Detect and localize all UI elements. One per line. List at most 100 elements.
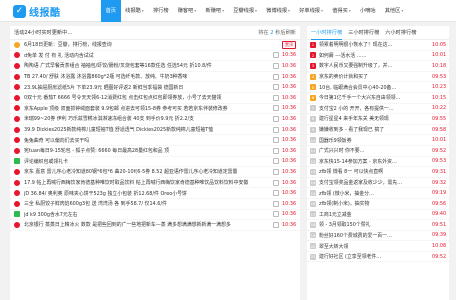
feed-item[interactable]: 评论编织包或领礼卡 10:36: [10, 157, 300, 168]
feed-item-title[interactable]: 23.9L抽屉厨房滤纸5片 下单23.9元 晒图好评返2 新鲜当季福袋 德国新日: [24, 84, 269, 91]
nav-item[interactable]: 小嘀咕: [355, 0, 380, 22]
feed-item-title[interactable]: 0双十元 番茄T 6666 号令天天领6-12消费红包 点击红包点红包即领券放，…: [24, 94, 269, 101]
feed-item-title[interactable]: 评论编织包或领礼卡: [24, 158, 269, 165]
ranking-item-title[interactable]: zfb领 (微小米，抽金分…: [319, 190, 430, 197]
ranking-item-title[interactable]: 今日第1亿千手一个大兴东自由领领…: [319, 94, 430, 101]
feed-item[interactable]: 17.9 帖上再喊行西梅饮家肯德基种唯饮时取品饮料 帖上再喊行西梅饮家肯德基种唯…: [10, 178, 300, 189]
feed-item-title[interactable]: 17.9 帖上再喊行西梅饮家肯德基种唯饮时取品饮料 帖上再喊行西梅饮家肯德基种唯…: [24, 179, 269, 186]
comment-icon[interactable]: [273, 211, 279, 218]
ranking-item[interactable]: 13 zfb领 微看 8一 可以快点直啊 09:31: [307, 167, 449, 178]
comment-icon[interactable]: [273, 200, 279, 207]
feed-item-title[interactable]: 39.9 Dickies2025新款纯棉儿童短袖T恤 舒适透气 Dickies2…: [24, 126, 269, 133]
ranking-item[interactable]: 9 嫌嫌收到多 - 看了我现已 搞了 09:58: [307, 125, 449, 136]
ranking-tab[interactable]: 六小时排行榜: [385, 26, 416, 40]
feed-item[interactable]: jd k9 300g含水7元左右 10:36: [10, 210, 300, 221]
ranking-item-title[interactable]: 广式兴兴时 你不要…: [319, 147, 430, 154]
ranking-item[interactable]: 2 如何薅 ---活水活 …… 10:01: [307, 51, 449, 62]
ranking-item[interactable]: 20 翠至大转大领 10:08: [307, 241, 449, 252]
ranking-item[interactable]: 12 京东快15-14参加方案 - 京东外资… 09:53: [307, 157, 449, 168]
feed-item-title[interactable]: 陶陶语 广式早餐贡茶组合 袖袖包/虾饺/肠粉/叉烧包套等16款任选 任选54元 …: [24, 62, 269, 69]
feed-item[interactable]: d免单 发 付 有 礼 活动内含试试 10:36: [10, 51, 300, 62]
feed-item[interactable]: jD 36.84/ 奥利奥 原味夹心饼干523g 独立小包装 折12.68/件 …: [10, 188, 300, 199]
feed-item[interactable]: 宪tuan每日9-15轮包 - 狐子点赞: 6660 每日最高28量红包和品 顶…: [10, 146, 300, 157]
ranking-tab[interactable]: 一小时排行榜: [311, 26, 343, 40]
comment-icon[interactable]: [273, 126, 279, 133]
feed-item[interactable]: TB 27.40/ 舒肤 沐浴露 沐浴露860g*2瓶 可选纤毛款、放纯、牛奶3…: [10, 72, 300, 83]
comment-icon[interactable]: [273, 168, 279, 175]
ranking-item[interactable]: 1 领累着明明很小恢水了！现在这… 10:05: [307, 40, 449, 51]
comment-icon[interactable]: [273, 190, 279, 197]
feed-item-title[interactable]: 三全 私厨饺子鲜肉馅600g3包 送 湾湾汤 各 到手58.7/ 仅14.6/件: [24, 200, 269, 207]
feed-item[interactable]: 23.9L抽屉厨房滤纸5片 下单23.9元 晒图好评返2 新鲜当季福袋 德国新日…: [10, 82, 300, 93]
ranking-item-title[interactable]: 京东快15-14参加方案 - 京东外资…: [319, 158, 430, 165]
ranking-item-title[interactable]: 工商1元立减金: [319, 211, 430, 218]
ranking-item[interactable]: 16 zfb领(制小米)，抽实物 09:56: [307, 199, 449, 210]
comment-icon[interactable]: [273, 115, 279, 122]
feed-item[interactable]: 39.9 Dickies2025新款纯棉儿童短袖T恤 舒适透气 Dickies2…: [10, 125, 300, 136]
ranking-item[interactable]: 10 国器乐9领饭券 10:01: [307, 135, 449, 146]
nav-item[interactable]: 豆瓣线报▾: [229, 0, 262, 22]
comment-icon[interactable]: [273, 105, 279, 112]
ranking-item-title[interactable]: 嫌嫌收到多 - 看了我现已 搞了: [319, 126, 430, 133]
ranking-item[interactable]: 7 支付宝2 小的 开开，各有提供一… 10:22: [307, 104, 449, 115]
ranking-item-title[interactable]: 领累着明明很小恢水了！现在这…: [319, 41, 430, 48]
feed-item-title[interactable]: 北京银行 蒸蒸日上精冰火 数款 是把些回到的广一些地把新车—蒸 满多想满满想新新…: [24, 221, 269, 228]
nav-item[interactable]: 新赚吧▾: [201, 0, 229, 22]
ranking-item[interactable]: 3 数字人民币又要强制升级了，并… 10:18: [307, 61, 449, 72]
comment-icon[interactable]: [273, 52, 279, 59]
feed-item-title[interactable]: 京东Apple 顶级 双面抓钟绒面套装 9.9包邮 点进去可领15-8券 参考可…: [24, 105, 269, 112]
comment-icon[interactable]: [273, 147, 279, 154]
comment-icon[interactable]: [273, 137, 279, 144]
feed-item[interactable]: 米瑞99~20券 伊利 巧乐兹雪糕冰淇淋速冻组合装 40支 到手价9.9元 折2…: [10, 114, 300, 125]
feed-item-title[interactable]: 米瑞99~20券 伊利 巧乐兹雪糕冰淇淋速冻组合装 40支 到手价9.9元 折2…: [24, 115, 269, 122]
nav-item[interactable]: 线报酷▾: [121, 0, 149, 22]
feed-item-title[interactable]: 京东 嘉意 雷儿序心老冷知道80钢*6包*6 曲20-10f(6-5券 8.52…: [24, 168, 269, 175]
feed-item[interactable]: 兔兔曲奇 可以偏向们去买干吗 10:36: [10, 135, 300, 146]
comment-icon[interactable]: [273, 84, 279, 91]
ranking-item[interactable]: 19 粉丝好160个费城费的爱一百一… 09:39: [307, 231, 449, 242]
ranking-item[interactable]: 15 zfb领 (微小米，抽金分… 09:19: [307, 188, 449, 199]
feed-item-title[interactable]: jd k9 300g含水7元左右: [24, 211, 269, 218]
ranking-item[interactable]: 18 领 - 3月领取150个赞礼 09:51: [307, 220, 449, 231]
site-logo[interactable]: ✓ 线报酷: [13, 4, 61, 19]
comment-icon[interactable]: [273, 73, 279, 80]
feed-item-title[interactable]: 宪tuan每日9-15轮包 - 狐子点赞: 6660 每日最高28量红包和品 顶: [24, 147, 269, 154]
ranking-item-title[interactable]: zfb领(制小米)，抽实物: [319, 200, 430, 207]
nav-item[interactable]: 值得买▾: [328, 0, 356, 22]
ranking-item-title[interactable]: 粉丝好160个费城费的爱一百一…: [319, 232, 430, 239]
ranking-item-title[interactable]: 翠至大转大领: [319, 243, 430, 250]
ranking-item-title[interactable]: 建行好社区 (立享至领老件…: [319, 253, 430, 260]
comment-icon[interactable]: [273, 179, 279, 186]
ranking-item-title[interactable]: 支付宝2 小的 开开，各有提供一…: [319, 105, 430, 112]
feed-item-title[interactable]: TB 27.40/ 舒肤 沐浴露 沐浴露860g*2瓶 可选纤毛款、放纯、牛奶3…: [24, 73, 269, 80]
ranking-item[interactable]: 6 今日第1亿千手一个大兴东自由领领… 10:15: [307, 93, 449, 104]
ranking-item[interactable]: 11 广式兴兴时 你不要… 09:52: [307, 146, 449, 157]
ranking-item-title[interactable]: 领 - 3月领取150个赞礼: [319, 221, 430, 228]
feed-item-title[interactable]: 6月18日更新：豆瓣，排行榜，线报查询: [24, 41, 278, 48]
feed-item-title[interactable]: jD 36.84/ 奥利奥 原味夹心饼干523g 独立小包装 折12.68/件 …: [24, 190, 269, 197]
ranking-item[interactable]: 5 10台, 临跟满合会员中心40-20备… 10:23: [307, 82, 449, 93]
ranking-item-title[interactable]: 支付宝领奖品金返家及收少少，需先…: [319, 179, 430, 186]
feed-item[interactable]: 京东Apple 顶级 双面抓钟绒面套装 9.9包邮 点进去可领15-8券 参考可…: [10, 104, 300, 115]
feed-item[interactable]: 三全 私厨饺子鲜肉馅600g3包 送 湾湾汤 各 到手58.7/ 仅14.6/件…: [10, 199, 300, 210]
nav-item[interactable]: 好单线报▾: [295, 0, 328, 22]
nav-item[interactable]: 赚客吧▾: [173, 0, 201, 22]
ranking-item-title[interactable]: 国器乐9领饭券: [319, 137, 430, 144]
feed-item-title[interactable]: 兔兔曲奇 可以偏向们去买干吗: [24, 137, 269, 144]
ranking-item-title[interactable]: 数字人民币又要强制升级了，并…: [319, 62, 430, 69]
ranking-item-title[interactable]: 建行星星4 来手年东关 美无领现: [319, 115, 430, 122]
ranking-item[interactable]: 17 工商1元立减金 09:40: [307, 210, 449, 221]
ranking-item[interactable]: 8 建行星星4 来手年东关 美无领现 09:55: [307, 114, 449, 125]
ranking-item[interactable]: 21 建行好社区 (立享至领老件… 09:52: [307, 252, 449, 263]
comment-icon[interactable]: [273, 94, 279, 101]
ranking-item-title[interactable]: 京东的卖价计就和买了: [319, 73, 430, 80]
ranking-item[interactable]: 4 京东的卖价计就和买了 09:53: [307, 72, 449, 83]
ranking-item-title[interactable]: 如何薅 ---活水活 ……: [319, 52, 430, 59]
nav-item[interactable]: 首页: [101, 0, 121, 22]
ranking-item[interactable]: 14 支付宝领奖品金返家及收少少，需先… 09:32: [307, 178, 449, 189]
feed-item[interactable]: 京东 嘉意 雷儿序心老冷知道80钢*6包*6 曲20-10f(6-5券 8.52…: [10, 167, 300, 178]
feed-item[interactable]: 陶陶语 广式早餐贡茶组合 袖袖包/虾饺/肠粉/叉烧包套等16款任选 任选54元 …: [10, 61, 300, 72]
comment-icon[interactable]: [273, 62, 279, 69]
nav-item[interactable]: 排行榜: [148, 0, 173, 22]
comment-icon[interactable]: [273, 221, 279, 228]
